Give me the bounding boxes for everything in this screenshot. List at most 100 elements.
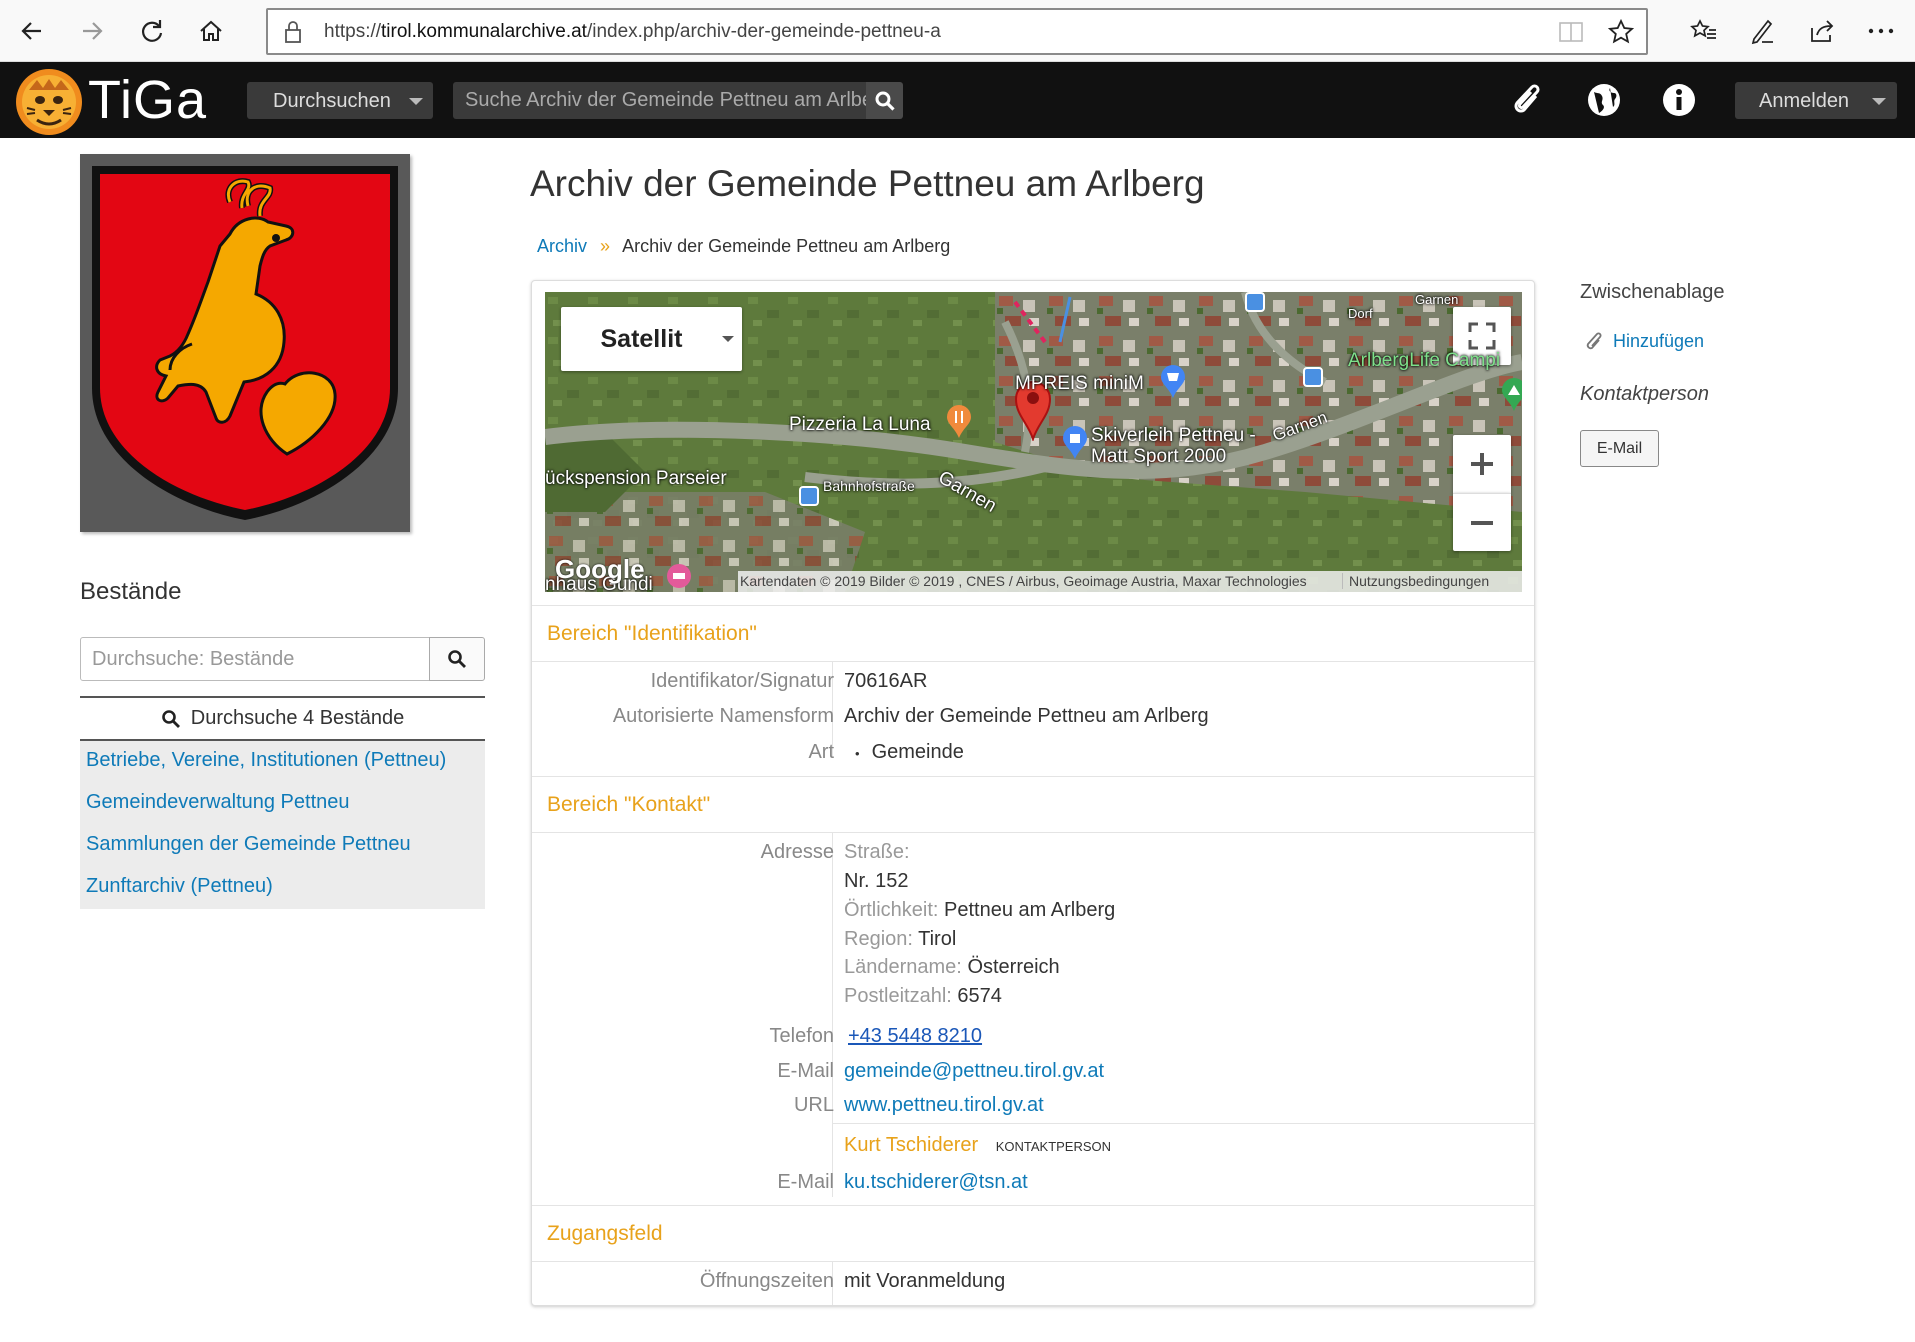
holdings-item[interactable]: Sammlungen der Gemeinde Pettneu — [80, 825, 485, 867]
holdings-title: Bestände — [80, 578, 182, 605]
coat-of-arms-image — [80, 154, 410, 532]
holdings-search-input[interactable]: Durchsuche: Bestände — [80, 637, 430, 681]
field-value: Archiv der Gemeinde Pettneu am Arlberg — [844, 705, 1209, 727]
minus-icon — [1471, 520, 1493, 525]
field-label: E-Mail — [777, 1060, 834, 1082]
info-icon[interactable] — [1659, 80, 1699, 120]
breadcrumb-separator: » — [600, 236, 611, 256]
map-label: ückspension Parseier — [545, 468, 727, 489]
address-postal: Postleitzahl: 6574 — [844, 985, 1002, 1007]
pen-icon[interactable] — [1745, 14, 1779, 48]
search-icon — [448, 650, 466, 668]
bus-stop-icon — [1245, 292, 1265, 316]
record-panel: Satellit Pizzeria La Luna MPREIS miniM S… — [531, 280, 1535, 1306]
home-icon[interactable] — [194, 14, 228, 48]
clipboard-paperclip-icon[interactable] — [1509, 80, 1549, 120]
field-label: Autorisierte Namensform — [612, 705, 834, 727]
holdings-browse-link[interactable]: Durchsuche 4 Bestände — [80, 698, 485, 741]
share-icon[interactable] — [1805, 14, 1839, 48]
header-search-button[interactable] — [866, 82, 903, 119]
contact-person-role: KONTAKTPERSON — [995, 1139, 1112, 1154]
address-region: Region: Tirol — [844, 928, 957, 950]
contact-person: Kurt Tschiderer KONTAKTPERSON — [844, 1134, 1111, 1157]
browse-label: Durchsuchen — [273, 90, 391, 112]
refresh-icon[interactable] — [135, 14, 169, 48]
section-access-heading[interactable]: Zugangsfeld — [532, 1205, 1534, 1262]
map-terms-link[interactable]: Nutzungsbedingungen — [1342, 573, 1489, 589]
back-icon[interactable] — [15, 14, 49, 48]
contact-person-title: Kontaktperson — [1580, 383, 1709, 405]
field-label: Telefon — [769, 1025, 835, 1047]
map-type-satellite-button[interactable]: Satellit — [561, 307, 742, 371]
address-street-label: Straße: — [844, 841, 910, 863]
hotel-pin-icon — [665, 562, 693, 592]
breadcrumb: Archiv » Archiv der Gemeinde Pettneu am … — [537, 236, 950, 257]
paperclip-icon — [1586, 332, 1602, 349]
google-logo: Google — [555, 554, 645, 584]
map-zoom-out-button[interactable] — [1453, 493, 1511, 551]
browse-dropdown-button[interactable]: Durchsuchen — [247, 82, 433, 119]
breadcrumb-current: Archiv der Gemeinde Pettneu am Arlberg — [622, 236, 951, 256]
page-title: Archiv der Gemeinde Pettneu am Arlberg — [530, 163, 1205, 204]
holdings-item[interactable]: Gemeindeverwaltung Pettneu — [80, 783, 485, 825]
map-label: ArlbergLife Campi — [1348, 350, 1501, 371]
field-label: Art — [808, 741, 834, 763]
holdings-search-button[interactable] — [429, 637, 485, 681]
map-label: Skiverleih Pettneu - Matt Sport 2000 — [1091, 425, 1256, 467]
section-identification-heading[interactable]: Bereich "Identifikation" — [532, 605, 1534, 662]
map-attribution: Kartendaten © 2019 Bilder © 2019 , CNES … — [738, 571, 1522, 592]
browser-toolbar: https://tirol.kommunalarchive.at/index.p… — [0, 0, 1915, 62]
holdings-browse-label: Durchsuche 4 Bestände — [190, 707, 405, 729]
header-search-input[interactable]: Suche Archiv der Gemeinde Pettneu am Arl… — [453, 82, 866, 119]
phone-link[interactable]: +43 5448 8210 — [848, 1025, 982, 1048]
breadcrumb-root-link[interactable]: Archiv — [537, 236, 587, 256]
field-value: • Gemeinde — [855, 741, 964, 763]
favorites-list-icon[interactable] — [1687, 14, 1721, 48]
favorite-star-icon[interactable] — [1607, 18, 1635, 49]
language-globe-icon[interactable] — [1584, 80, 1624, 120]
campsite-pin-icon — [1500, 377, 1522, 417]
more-icon[interactable] — [1864, 14, 1898, 48]
contact-person-name: Kurt Tschiderer — [844, 1134, 979, 1156]
map-label: Pizzeria La Luna — [789, 414, 931, 435]
field-label: Identifikator/Signatur — [650, 670, 834, 692]
field-value: mit Voranmeldung — [844, 1270, 1006, 1292]
lion-logo-icon[interactable] — [15, 68, 83, 136]
bus-stop-icon — [1303, 367, 1323, 391]
field-label: Öffnungszeiten — [699, 1270, 834, 1292]
website-link[interactable]: www.pettneu.tirol.gv.at — [844, 1094, 1044, 1117]
field-value: 70616AR — [844, 670, 928, 692]
map-zoom-in-button[interactable] — [1453, 435, 1511, 493]
field-label: URL — [793, 1094, 834, 1116]
shop-pin-icon — [1061, 425, 1089, 465]
caret-down-icon — [1872, 98, 1886, 105]
reading-view-icon[interactable] — [1558, 21, 1584, 47]
login-label: Anmelden — [1759, 90, 1850, 112]
divider — [832, 1123, 1534, 1124]
login-dropdown-button[interactable]: Anmelden — [1735, 82, 1897, 119]
email-link[interactable]: gemeinde@pettneu.tirol.gv.at — [844, 1060, 1104, 1083]
clipboard-add-label: Hinzufügen — [1613, 331, 1705, 351]
map-label: MPREIS miniM — [1015, 373, 1144, 394]
url-text: https://tirol.kommunalarchive.at/index.p… — [324, 21, 941, 42]
holdings-list: Durchsuche 4 Bestände Betriebe, Vereine,… — [80, 696, 485, 909]
bus-stop-icon — [799, 486, 819, 510]
address-locality: Örtlichkeit: Pettneu am Arlberg — [844, 899, 1116, 921]
field-label: E-Mail — [777, 1171, 834, 1193]
contact-person-email-link[interactable]: ku.tschiderer@tsn.at — [844, 1171, 1028, 1194]
section-contact-heading[interactable]: Bereich "Kontakt" — [532, 776, 1534, 833]
search-icon — [875, 91, 895, 111]
shopping-pin-icon — [1159, 364, 1187, 404]
clipboard-add-link[interactable]: Hinzufügen — [1585, 331, 1704, 352]
holdings-item[interactable]: Betriebe, Vereine, Institutionen (Pettne… — [80, 741, 485, 783]
divider — [832, 833, 833, 1197]
caret-down-icon — [722, 336, 734, 342]
address-bar[interactable]: https://tirol.kommunalarchive.at/index.p… — [266, 8, 1648, 55]
clipboard-title: Zwischenablage — [1580, 281, 1725, 303]
fullscreen-icon — [1468, 322, 1496, 350]
map-view[interactable]: Satellit Pizzeria La Luna MPREIS miniM S… — [545, 292, 1522, 592]
forward-icon[interactable] — [75, 14, 109, 48]
email-button[interactable]: E-Mail — [1580, 430, 1659, 467]
holdings-item[interactable]: Zunftarchiv (Pettneu) — [80, 867, 485, 909]
site-logo-text[interactable]: TiGa — [88, 62, 207, 138]
